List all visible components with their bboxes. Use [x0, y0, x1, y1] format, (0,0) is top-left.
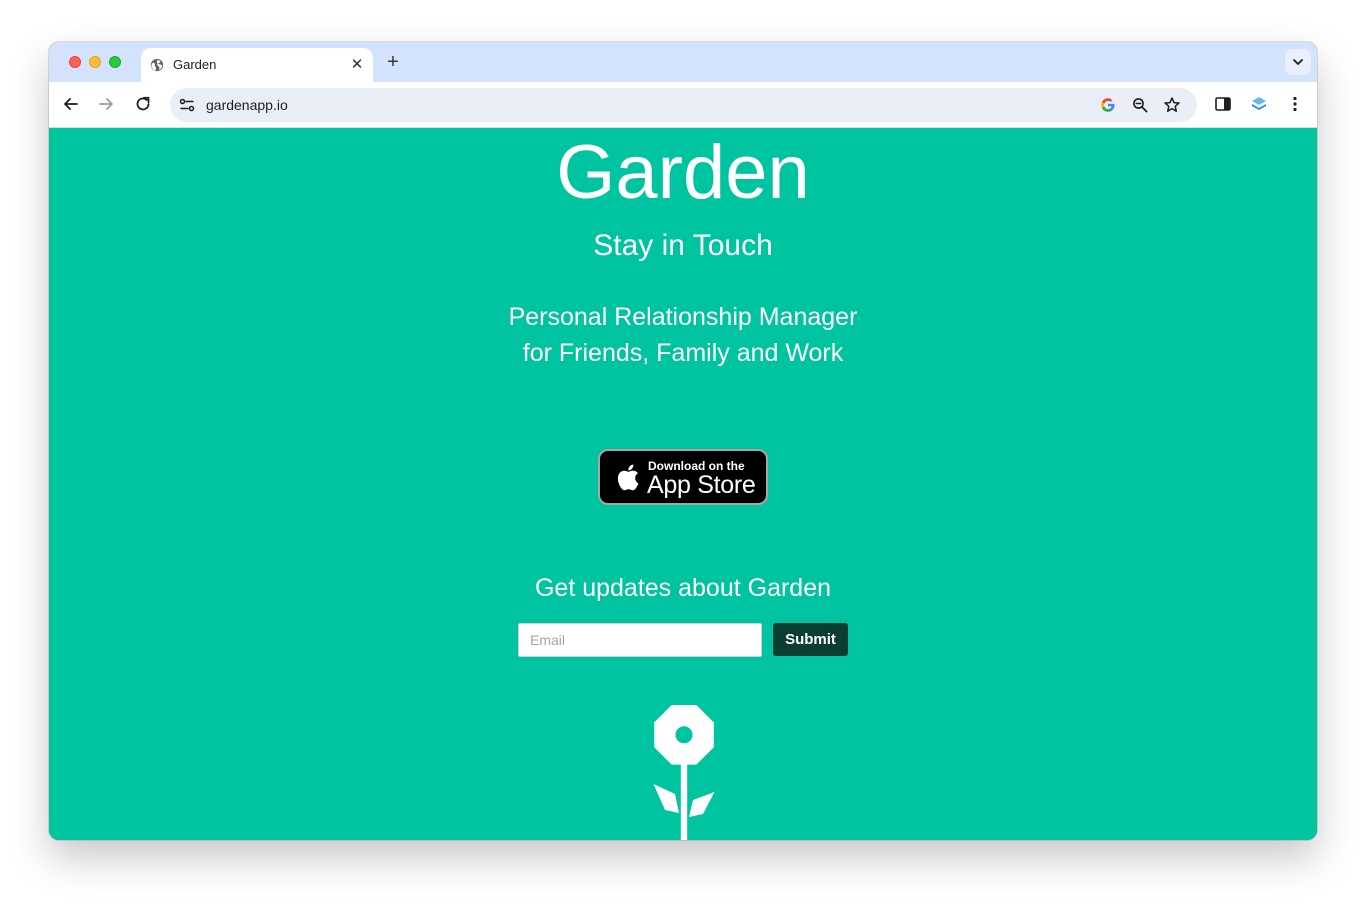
browser-window: Garden ✕ + gardenapp.io Garden Stay in T…: [49, 42, 1317, 840]
reload-icon[interactable]: [133, 94, 153, 114]
kebab-menu-icon[interactable]: [1285, 94, 1305, 114]
app-store-line2: App Store: [647, 471, 756, 499]
newsletter-heading: Get updates about Garden: [534, 574, 832, 602]
tab-title: Garden: [173, 57, 217, 72]
google-icon[interactable]: [1099, 96, 1117, 114]
page-title: Garden: [556, 130, 810, 215]
globe-icon: [150, 58, 164, 72]
tab-strip: Garden ✕ +: [49, 42, 1317, 82]
web-page: Garden Stay in Touch Personal Relationsh…: [49, 128, 1317, 840]
flower-logo-icon: [653, 705, 715, 840]
submit-button[interactable]: Submit: [773, 623, 848, 656]
extension-icon[interactable]: [1249, 94, 1269, 114]
browser-toolbar: gardenapp.io: [49, 82, 1317, 128]
maximize-window-button[interactable]: [109, 56, 121, 68]
minimize-window-button[interactable]: [89, 56, 101, 68]
app-store-button[interactable]: Download on the App Store: [598, 449, 768, 505]
tagline: Stay in Touch: [593, 229, 773, 262]
side-panel-icon[interactable]: [1213, 94, 1233, 114]
email-input[interactable]: [518, 623, 762, 657]
url-text[interactable]: gardenapp.io: [206, 96, 288, 114]
description: Personal Relationship Manager for Friend…: [508, 303, 858, 367]
tab-search-button[interactable]: [1285, 49, 1311, 75]
back-icon[interactable]: [61, 94, 81, 114]
bookmark-star-icon[interactable]: [1163, 96, 1181, 114]
apple-icon: [617, 464, 639, 491]
tab-garden[interactable]: Garden ✕: [141, 48, 373, 82]
close-window-button[interactable]: [69, 56, 81, 68]
chevron-down-icon: [1293, 59, 1303, 65]
forward-icon[interactable]: [96, 94, 116, 114]
tab-close-icon[interactable]: ✕: [349, 57, 365, 73]
zoom-icon[interactable]: [1131, 96, 1149, 114]
new-tab-button[interactable]: +: [383, 52, 403, 72]
address-bar[interactable]: gardenapp.io: [170, 88, 1197, 122]
site-settings-icon[interactable]: [178, 96, 196, 114]
